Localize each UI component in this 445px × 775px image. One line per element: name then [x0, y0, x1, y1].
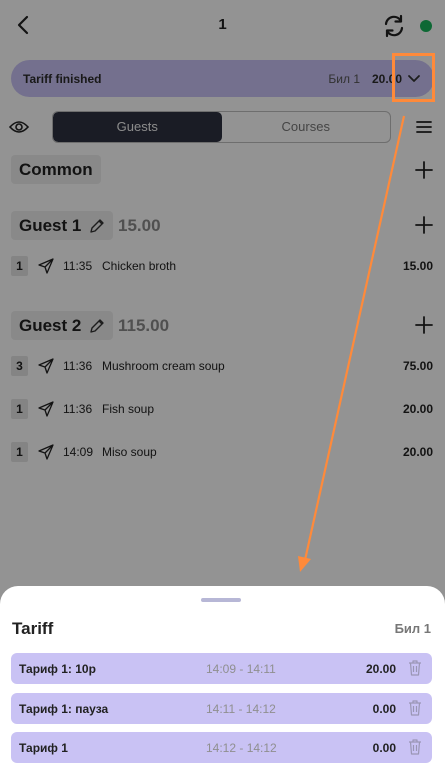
- tariff-time: 14:09 - 14:11: [206, 662, 276, 676]
- trash-icon[interactable]: [408, 739, 422, 755]
- tariff-name: Тариф 1: 10р: [19, 662, 96, 676]
- sheet-title: Tariff: [12, 619, 54, 638]
- sheet-drag-handle[interactable]: [201, 598, 241, 602]
- tariff-amount: 0.00: [372, 741, 396, 755]
- tariff-name: Тариф 1: пауза: [19, 702, 109, 716]
- tariff-time: 14:11 - 14:12: [206, 702, 276, 716]
- trash-icon[interactable]: [408, 700, 422, 716]
- tariff-row[interactable]: Тариф 1 14:12 - 14:12 0.00: [11, 732, 432, 763]
- tariff-name: Тариф 1: [19, 741, 68, 755]
- annotation-highlight-box: [392, 53, 435, 102]
- tariff-amount: 0.00: [372, 702, 396, 716]
- tariff-row[interactable]: Тариф 1: 10р 14:09 - 14:11 20.00: [11, 653, 432, 684]
- tariff-amount: 20.00: [365, 662, 396, 676]
- tariff-row[interactable]: Тариф 1: пауза 14:11 - 14:12 0.00: [11, 693, 432, 724]
- sheet-bill-label: Бил 1: [394, 621, 431, 636]
- tariff-time: 14:12 - 14:12: [206, 741, 277, 755]
- tariff-bottom-sheet: Tariff Бил 1 Тариф 1: 10р 14:09 - 14:11 …: [0, 586, 445, 775]
- trash-icon[interactable]: [408, 660, 422, 676]
